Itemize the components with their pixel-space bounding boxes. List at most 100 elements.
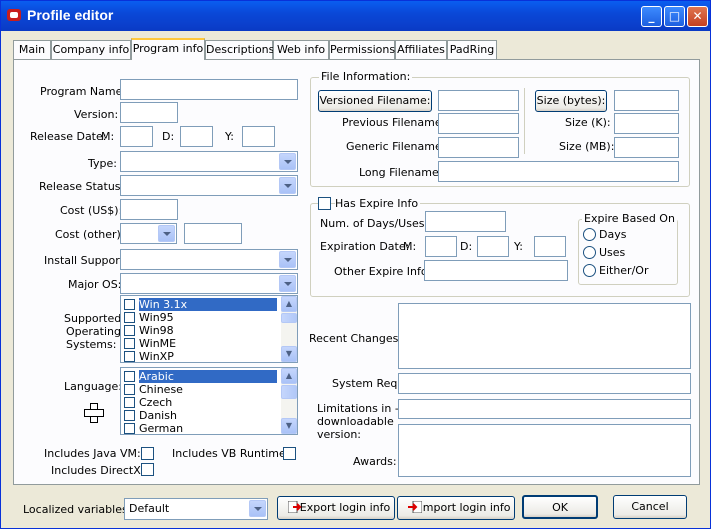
currency-select[interactable] [120, 223, 177, 244]
scroll-up-icon[interactable]: ▲ [281, 368, 297, 384]
size-k-input[interactable] [614, 113, 679, 134]
release-year-input[interactable] [242, 126, 275, 147]
close-button[interactable]: ✕ [687, 6, 708, 27]
checkbox[interactable] [124, 351, 135, 362]
list-item[interactable]: WinME [121, 337, 297, 350]
checkbox[interactable] [124, 384, 135, 395]
cost-usd-input[interactable] [120, 199, 178, 220]
days-radio[interactable] [583, 228, 596, 241]
language-list-scrollbar[interactable]: ▲ ▼ [281, 368, 297, 434]
release-status-select[interactable] [120, 175, 298, 196]
tab-company-info[interactable]: Company info [51, 40, 131, 59]
has-expire-info-checkbox[interactable] [318, 197, 331, 210]
release-month-input[interactable] [120, 126, 153, 147]
checkbox[interactable] [124, 397, 135, 408]
scroll-up-icon[interactable]: ▲ [281, 296, 297, 312]
file-information-title: File Information: [319, 70, 413, 83]
list-item[interactable]: Win98 [121, 324, 297, 337]
list-item[interactable]: German [121, 422, 297, 434]
expiration-month-input[interactable] [425, 236, 457, 257]
cost-other-input[interactable] [184, 223, 242, 244]
install-support-select[interactable] [120, 249, 298, 270]
expiration-day-input[interactable] [477, 236, 509, 257]
scroll-thumb[interactable] [281, 385, 297, 399]
versioned-filename-button[interactable]: Versioned Filename: [318, 90, 432, 112]
awards-textarea[interactable] [398, 424, 691, 477]
chevron-down-icon[interactable] [279, 153, 296, 170]
list-item[interactable]: Danish [121, 409, 297, 422]
list-item[interactable]: Czech [121, 396, 297, 409]
tab-web-info[interactable]: Web info [273, 40, 329, 59]
cancel-button[interactable]: Cancel [613, 495, 687, 519]
tab-affiliates[interactable]: Affiliates [395, 40, 447, 59]
expiration-date-label: Expiration Date: [320, 240, 410, 253]
vb-runtime-label: Includes VB Runtime: [172, 447, 290, 460]
operating-systems-list[interactable]: Win 3.1x Win95 Win98 WinME WinXP ▲ ▼ [120, 295, 298, 363]
major-os-select[interactable] [120, 273, 298, 294]
release-day-input[interactable] [180, 126, 213, 147]
scroll-thumb[interactable] [281, 313, 297, 323]
size-bytes-button[interactable]: Size (bytes): [535, 90, 607, 112]
localized-variables-select[interactable]: Default [124, 498, 268, 520]
import-arrow-icon [408, 501, 422, 513]
checkbox[interactable] [124, 299, 135, 310]
recent-changes-textarea[interactable] [398, 303, 691, 369]
chevron-down-icon[interactable] [279, 251, 296, 268]
checkbox[interactable] [124, 423, 135, 434]
version-input[interactable] [120, 102, 178, 123]
size-bytes-input[interactable] [614, 90, 679, 111]
list-item[interactable]: WinXP [121, 350, 297, 362]
os-list-scrollbar[interactable]: ▲ ▼ [281, 296, 297, 362]
versioned-filename-input[interactable] [438, 90, 519, 111]
size-mb-input[interactable] [614, 137, 679, 158]
tab-main[interactable]: Main [13, 40, 51, 59]
either-or-radio[interactable] [583, 264, 596, 277]
chevron-down-icon[interactable] [249, 500, 266, 517]
checkbox[interactable] [124, 325, 135, 336]
move-cursor-icon [84, 403, 104, 423]
version-label: Version: [74, 108, 119, 121]
type-select[interactable] [120, 151, 298, 172]
java-vm-checkbox[interactable] [141, 447, 154, 460]
checkbox[interactable] [124, 371, 135, 382]
num-days-uses-input[interactable] [425, 211, 506, 232]
other-expire-info-input[interactable] [424, 260, 568, 281]
export-login-info-button[interactable]: Export login info [277, 496, 395, 520]
scroll-down-icon[interactable]: ▼ [281, 346, 297, 362]
list-item[interactable]: Chinese [121, 383, 297, 396]
checkbox[interactable] [124, 312, 135, 323]
import-login-info-button[interactable]: Import login info [397, 496, 515, 520]
install-support-label: Install Support: [44, 254, 128, 267]
localized-variables-label: Localized variables [23, 503, 128, 516]
chevron-down-icon[interactable] [279, 275, 296, 292]
checkbox[interactable] [124, 410, 135, 421]
directx-checkbox[interactable] [141, 463, 154, 476]
program-name-input[interactable] [120, 79, 298, 100]
system-req-input[interactable] [398, 373, 691, 394]
ok-button[interactable]: OK [522, 495, 598, 519]
list-item[interactable]: Arabic [121, 370, 297, 383]
minimize-button[interactable]: _ [641, 6, 662, 27]
vb-runtime-checkbox[interactable] [283, 447, 296, 460]
list-item[interactable]: Win 3.1x [121, 298, 297, 311]
previous-filename-input[interactable] [438, 113, 519, 134]
language-list[interactable]: Arabic Chinese Czech Danish German ▲ ▼ [120, 367, 298, 435]
limitations-label-3: version: [317, 428, 361, 441]
list-item[interactable]: Win95 [121, 311, 297, 324]
tab-padring[interactable]: PadRing [447, 40, 497, 59]
chevron-down-icon[interactable] [279, 177, 296, 194]
checkbox[interactable] [124, 338, 135, 349]
scroll-down-icon[interactable]: ▼ [281, 418, 297, 434]
maximize-button[interactable]: □ [664, 6, 685, 27]
expiration-year-input[interactable] [534, 236, 566, 257]
chevron-down-icon[interactable] [158, 225, 175, 242]
title-bar[interactable]: Profile editor _ □ ✕ [1, 1, 710, 31]
long-filename-input[interactable] [438, 161, 679, 182]
generic-filename-input[interactable] [438, 137, 519, 158]
limitations-input[interactable] [398, 399, 691, 419]
limitations-label-1: Limitations in ---- [317, 402, 411, 415]
tab-descriptions[interactable]: Descriptions [205, 40, 274, 59]
tab-program-info[interactable]: Program info [131, 38, 205, 60]
uses-radio[interactable] [583, 246, 596, 259]
tab-permissions[interactable]: Permissions [329, 40, 395, 59]
